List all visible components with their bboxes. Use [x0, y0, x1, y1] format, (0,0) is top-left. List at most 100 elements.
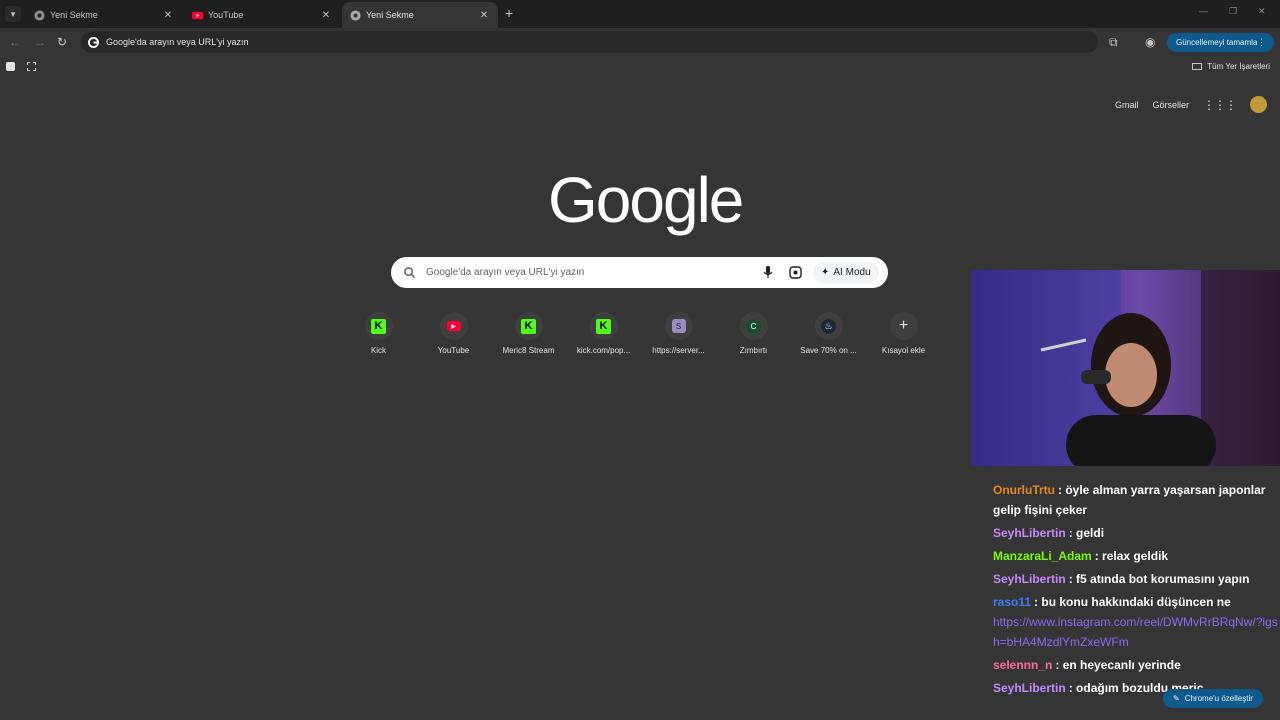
shortcut-icon-circle: C: [739, 312, 768, 340]
tab-1[interactable]: Yeni Sekme ✕: [26, 2, 182, 28]
chrome-icon: [350, 9, 361, 21]
kick-icon: K: [521, 318, 536, 334]
chat-username: SeyhLibertin: [993, 526, 1066, 540]
tab-title: Yeni Sekme: [366, 10, 414, 20]
reload-icon[interactable]: ↻: [57, 35, 67, 49]
chat-username: raso11: [993, 595, 1032, 609]
shortcut-icon-circle: K: [514, 312, 543, 340]
profile-icon[interactable]: ◉: [1145, 35, 1155, 49]
chrome-icon: [34, 9, 45, 21]
close-icon[interactable]: ✕: [162, 10, 174, 21]
avatar[interactable]: [1250, 96, 1267, 113]
shortcut-tile[interactable]: C Zımbırtı: [716, 312, 791, 355]
chat-username: ManzaraLi_Adam: [993, 549, 1092, 563]
extensions-icon[interactable]: ⧉: [1109, 35, 1118, 49]
all-bookmarks-label: Tüm Yer İşaretleri: [1207, 62, 1270, 71]
chat-message: OnurluTrtu: öyle alman yarra yaşarsan ja…: [993, 480, 1280, 520]
chat-text: relax geldik: [1102, 549, 1169, 563]
steam-icon: ♨: [821, 318, 836, 334]
chat-separator: :: [1068, 526, 1077, 540]
youtube-icon: ▶: [446, 321, 461, 331]
customize-chrome-button[interactable]: ✎ Chrome'u özelleştir: [1163, 689, 1263, 708]
shortcut-tile[interactable]: Kkick.com/pop...: [566, 312, 641, 355]
streamer-webcam-image: [971, 270, 1280, 466]
minimize-icon[interactable]: —: [1199, 6, 1208, 16]
chat-username: SeyhLibertin: [993, 572, 1066, 586]
shortcut-tile[interactable]: K Meric8 Stream: [491, 312, 566, 355]
shortcut-tile[interactable]: ♨ Save 70% on ...: [791, 312, 866, 355]
shortcuts-grid: K Kick ▶ YouTube K Meric8 Stream Kkick.com/pop…: [341, 312, 941, 355]
apps-grid-icon[interactable]: ⋮⋮⋮: [1203, 98, 1237, 112]
chat-message: SeyhLibertin: f5 atında bot korumasını y…: [993, 569, 1280, 589]
chat-message: SeyhLibertin: geldi: [993, 523, 1280, 543]
tab-3[interactable]: Yeni Sekme ✕: [342, 2, 498, 28]
ai-mode-icon: ✦: [821, 267, 830, 278]
apps-grid-icon[interactable]: [27, 62, 36, 71]
shortcut-icon-circle: +: [889, 312, 918, 340]
window-close-icon[interactable]: ✕: [1258, 6, 1266, 17]
chat-username: SeyhLibertin: [993, 681, 1066, 695]
chat-message: selennn_n: en heyecanlı yerinde: [993, 655, 1280, 675]
tab-search-button[interactable]: ▾: [5, 6, 21, 22]
shortcut-label: Zımbırtı: [739, 346, 768, 355]
new-tab-button[interactable]: +: [505, 6, 513, 20]
chat-separator: :: [1068, 681, 1077, 695]
chat-text: geldi: [1076, 526, 1105, 540]
chat-separator: :: [1094, 549, 1103, 563]
tab-2[interactable]: YouTube ✕: [184, 2, 340, 28]
update-button[interactable]: Güncellemeyi tamamla ⋮: [1167, 33, 1274, 52]
chat-message: ManzaraLi_Adam: relax geldik: [993, 546, 1280, 566]
google-logo: Google: [548, 164, 744, 236]
shortcut-label: YouTube: [437, 346, 470, 355]
all-bookmarks-button[interactable]: Tüm Yer İşaretleri: [1192, 62, 1270, 71]
omnibox[interactable]: [81, 31, 1098, 53]
shortcut-label: Meric8 Stream: [502, 346, 555, 355]
chat-link[interactable]: https://www.instagram.com/reel/DWMvRrBRq…: [993, 615, 1278, 649]
omnibox-input[interactable]: [106, 37, 706, 47]
microphone-icon[interactable]: [763, 266, 773, 279]
bookmark-app-icon[interactable]: [6, 62, 15, 71]
chat-text: bu konu hakkındaki düşüncen ne: [1041, 595, 1231, 609]
customize-chrome-label: Chrome'u özelleştir: [1184, 694, 1253, 703]
close-icon[interactable]: ✕: [478, 10, 490, 21]
shortcut-tile[interactable]: ▶ YouTube: [416, 312, 491, 355]
forward-icon[interactable]: →: [34, 35, 46, 49]
chat-username: selennn_n: [993, 658, 1053, 672]
shortcut-label: kick.com/pop...: [576, 346, 631, 355]
update-button-label: Güncellemeyi tamamla: [1176, 38, 1258, 47]
tab-title: Yeni Sekme: [50, 10, 98, 20]
chat-text: f5 atında bot korumasını yapın: [1076, 572, 1250, 586]
youtube-icon: [192, 11, 203, 19]
shortcut-label: https://server...: [652, 346, 705, 355]
restore-icon[interactable]: ❐: [1229, 6, 1237, 17]
shortcut-icon-circle: S: [664, 312, 693, 340]
chat-text: en heyecanlı yerinde: [1062, 658, 1181, 672]
pencil-icon: ✎: [1173, 694, 1180, 703]
images-link[interactable]: Görseller: [1152, 100, 1189, 110]
shortcut-tile[interactable]: + Kısayol ekle: [866, 312, 941, 355]
menu-dots-icon: ⋮: [1257, 37, 1266, 47]
back-icon[interactable]: ←: [9, 35, 21, 49]
shortcut-tile[interactable]: K Kick: [341, 312, 416, 355]
tab-title: YouTube: [208, 10, 244, 20]
close-icon[interactable]: ✕: [320, 10, 332, 21]
webcam-overlay: [971, 270, 1280, 466]
ai-mode-label: AI Modu: [833, 267, 871, 278]
google-lens-icon[interactable]: [789, 266, 802, 279]
kick-icon: K: [371, 318, 386, 334]
shortcut-icon-circle: K: [364, 312, 393, 340]
google-g-icon: [88, 36, 99, 48]
ai-mode-button[interactable]: ✦ AI Modu: [813, 262, 879, 283]
shortcut-label: Kısayol ekle: [881, 346, 926, 355]
tab-strip: ▾ Yeni Sekme ✕ YouTube ✕ Yeni Sekme ✕ + …: [0, 0, 1280, 28]
search-box[interactable]: Google'da arayın veya URL'yi yazın ✦ AI …: [391, 257, 888, 288]
chat-separator: :: [1068, 572, 1077, 586]
ntp-top-links: Gmail Görseller ⋮⋮⋮: [1115, 96, 1280, 113]
bookmarks-bar: Tüm Yer İşaretleri: [0, 56, 1280, 78]
plus-icon: +: [898, 317, 909, 334]
shortcut-icon-circle: ▶: [439, 312, 468, 340]
shortcut-tile[interactable]: Shttps://server...: [641, 312, 716, 355]
gmail-link[interactable]: Gmail: [1115, 100, 1139, 110]
chat-separator: :: [1055, 658, 1063, 672]
shortcut-icon-circle: ♨: [814, 312, 843, 340]
